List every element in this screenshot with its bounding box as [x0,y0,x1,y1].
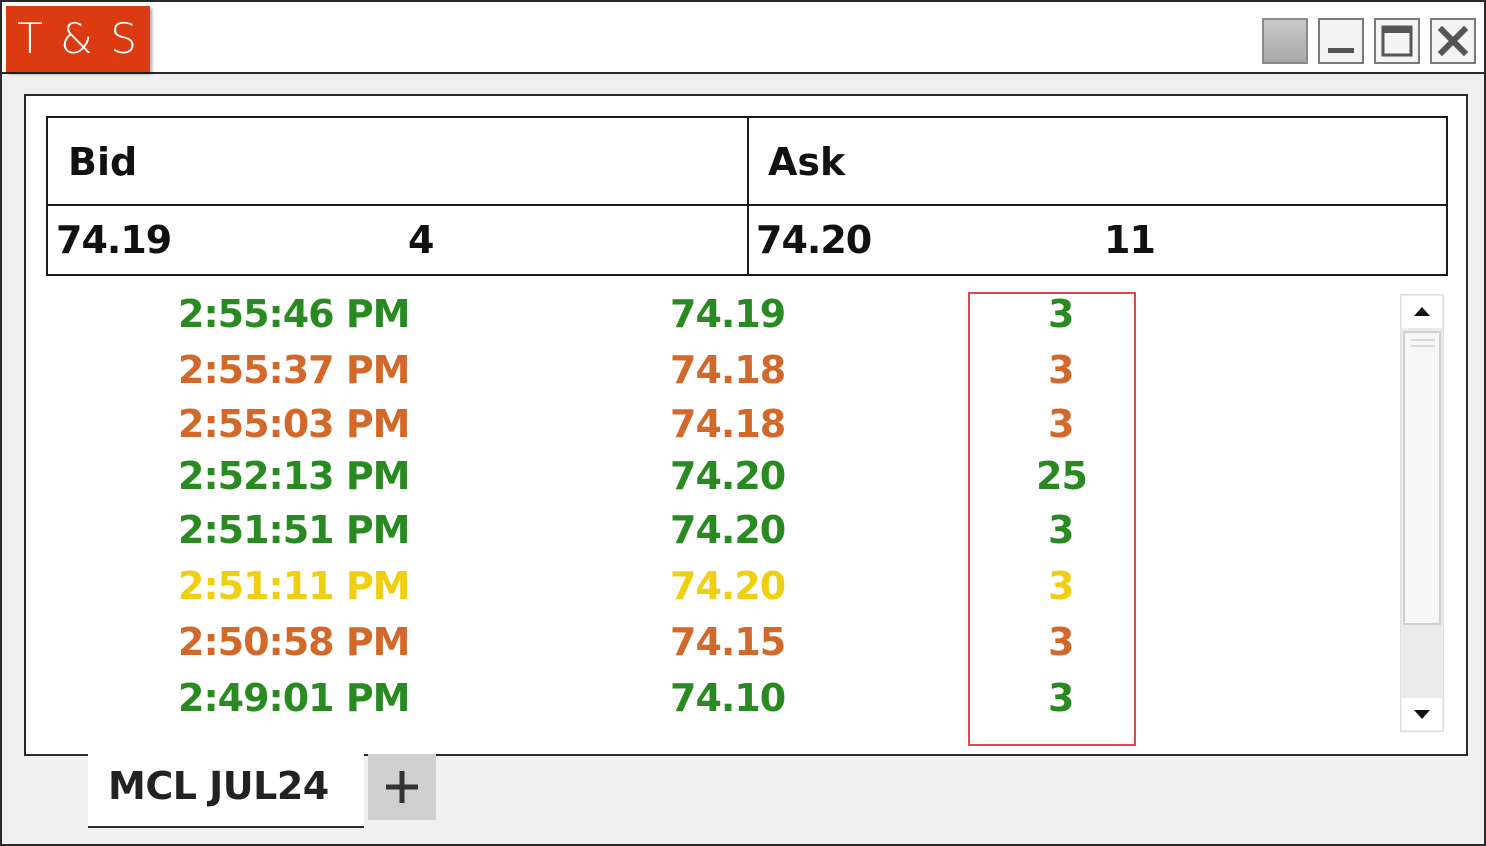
ask-header: Ask [768,140,846,184]
scroll-grip [1411,339,1435,341]
minimize-button[interactable] [1318,18,1364,64]
time-and-sales-window: T & S Bid Ask 74.19 4 74.20 11 2:55:46 P… [0,0,1486,846]
scroll-grip [1411,345,1435,347]
trade-row: 2:55:03 PM 74.18 3 [26,402,1396,452]
trade-price: 74.18 [670,348,786,392]
bid-size: 4 [408,218,434,262]
trade-price: 74.10 [670,676,786,720]
minimize-icon [1328,48,1354,53]
trade-row: 2:55:37 PM 74.18 3 [26,348,1396,398]
maximize-button[interactable] [1374,18,1420,64]
trade-time: 2:51:51 PM [178,508,410,552]
title-bar[interactable]: T & S [2,2,1484,74]
trade-row: 2:51:11 PM 74.20 3 [26,564,1396,614]
bid-header: Bid [68,140,138,184]
restore-button[interactable] [1262,18,1308,64]
ask-size: 11 [1104,218,1156,262]
trade-time: 2:55:37 PM [178,348,410,392]
window-title: T & S [6,6,150,72]
scroll-down-button[interactable] [1402,698,1442,730]
trade-price: 74.20 [670,564,786,608]
trade-price: 74.18 [670,402,786,446]
trade-row: 2:55:46 PM 74.19 3 [26,292,1396,342]
bid-price: 74.19 [56,218,172,262]
trade-time: 2:49:01 PM [178,676,410,720]
triangle-up-icon [1414,307,1430,316]
row-divider [48,204,1446,206]
trade-row: 2:51:51 PM 74.20 3 [26,508,1396,558]
scroll-up-button[interactable] [1402,296,1442,328]
trade-price: 74.20 [670,508,786,552]
trade-time: 2:55:03 PM [178,402,410,446]
trade-row: 2:50:58 PM 74.15 3 [26,620,1396,670]
triangle-down-icon [1414,710,1430,719]
close-icon [1437,25,1469,57]
ask-price: 74.20 [756,218,872,262]
tab-label: MCL JUL24 [108,764,329,808]
trade-time: 2:50:58 PM [178,620,410,664]
tab-mcl-jul24[interactable]: MCL JUL24 [88,754,364,828]
content-panel: Bid Ask 74.19 4 74.20 11 2:55:46 PM 74.19… [24,94,1468,756]
trade-price: 74.20 [670,454,786,498]
close-button[interactable] [1430,18,1476,64]
trade-time: 2:52:13 PM [178,454,410,498]
plus-icon [386,771,418,803]
trade-price: 74.15 [670,620,786,664]
scroll-thumb[interactable] [1403,331,1441,625]
trade-time: 2:55:46 PM [178,292,410,336]
size-column-highlight [968,292,1136,746]
trade-time: 2:51:11 PM [178,564,410,608]
trades-scrollbar[interactable] [1400,294,1444,732]
trade-row: 2:52:13 PM 74.20 25 [26,454,1396,504]
maximize-icon [1381,25,1413,57]
column-divider [747,118,749,274]
trade-row: 2:49:01 PM 74.10 3 [26,676,1396,726]
add-tab-button[interactable] [368,754,436,820]
bid-ask-table: Bid Ask 74.19 4 74.20 11 [46,116,1448,276]
trades-list[interactable]: 2:55:46 PM 74.19 3 2:55:37 PM 74.18 3 2:55:03 … [26,292,1396,752]
trade-price: 74.19 [670,292,786,336]
